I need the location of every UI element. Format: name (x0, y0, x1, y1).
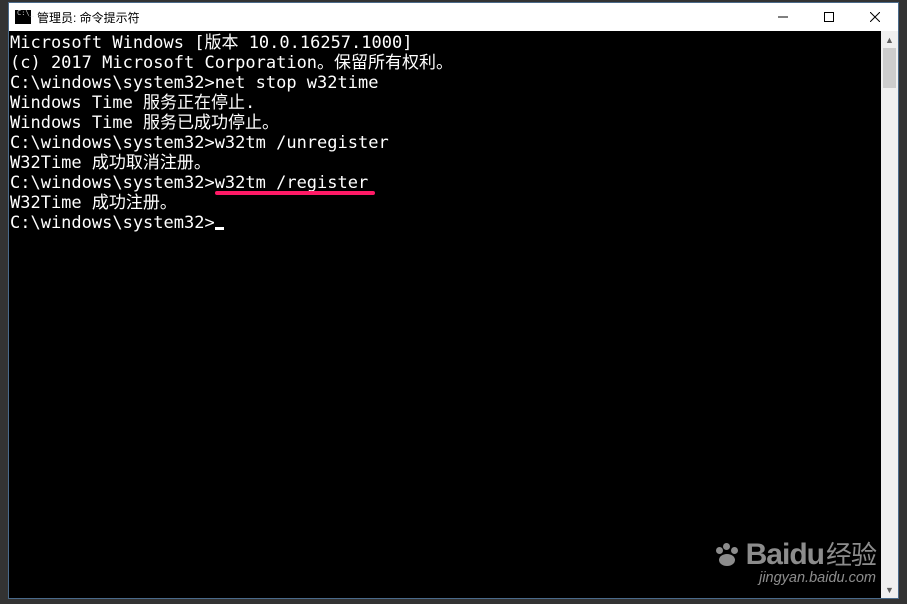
terminal-line: W32Time 成功注册。 (10, 193, 881, 213)
terminal-line: C:\windows\system32>w32tm /register (10, 173, 881, 193)
terminal-line: Windows Time 服务正在停止. (10, 93, 881, 113)
cursor (215, 227, 224, 230)
scroll-down-icon[interactable]: ▼ (881, 581, 898, 598)
minimize-button[interactable] (760, 3, 806, 31)
terminal-line: (c) 2017 Microsoft Corporation。保留所有权利。 (10, 53, 881, 73)
vertical-scrollbar[interactable]: ▲ ▼ (881, 31, 898, 598)
highlight-underline (215, 191, 375, 195)
scroll-thumb[interactable] (883, 48, 896, 88)
close-button[interactable] (852, 3, 898, 31)
terminal-line: W32Time 成功取消注册。 (10, 153, 881, 173)
scroll-up-icon[interactable]: ▲ (881, 31, 898, 48)
terminal-line: C:\windows\system32>net stop w32time (10, 73, 881, 93)
terminal-line: Windows Time 服务已成功停止。 (10, 113, 881, 133)
command-prompt-window: 管理员: 命令提示符 Microsoft Windows [版本 10.0.16… (8, 2, 899, 599)
terminal-line: C:\windows\system32>w32tm /unregister (10, 133, 881, 153)
terminal-output[interactable]: Microsoft Windows [版本 10.0.16257.1000](c… (9, 31, 881, 598)
window-title: 管理员: 命令提示符 (37, 9, 140, 26)
cmd-icon (15, 10, 31, 24)
client-area: Microsoft Windows [版本 10.0.16257.1000](c… (9, 31, 898, 598)
title-bar[interactable]: 管理员: 命令提示符 (9, 3, 898, 31)
terminal-line: C:\windows\system32> (10, 213, 881, 233)
terminal-line: Microsoft Windows [版本 10.0.16257.1000] (10, 33, 881, 53)
maximize-button[interactable] (806, 3, 852, 31)
